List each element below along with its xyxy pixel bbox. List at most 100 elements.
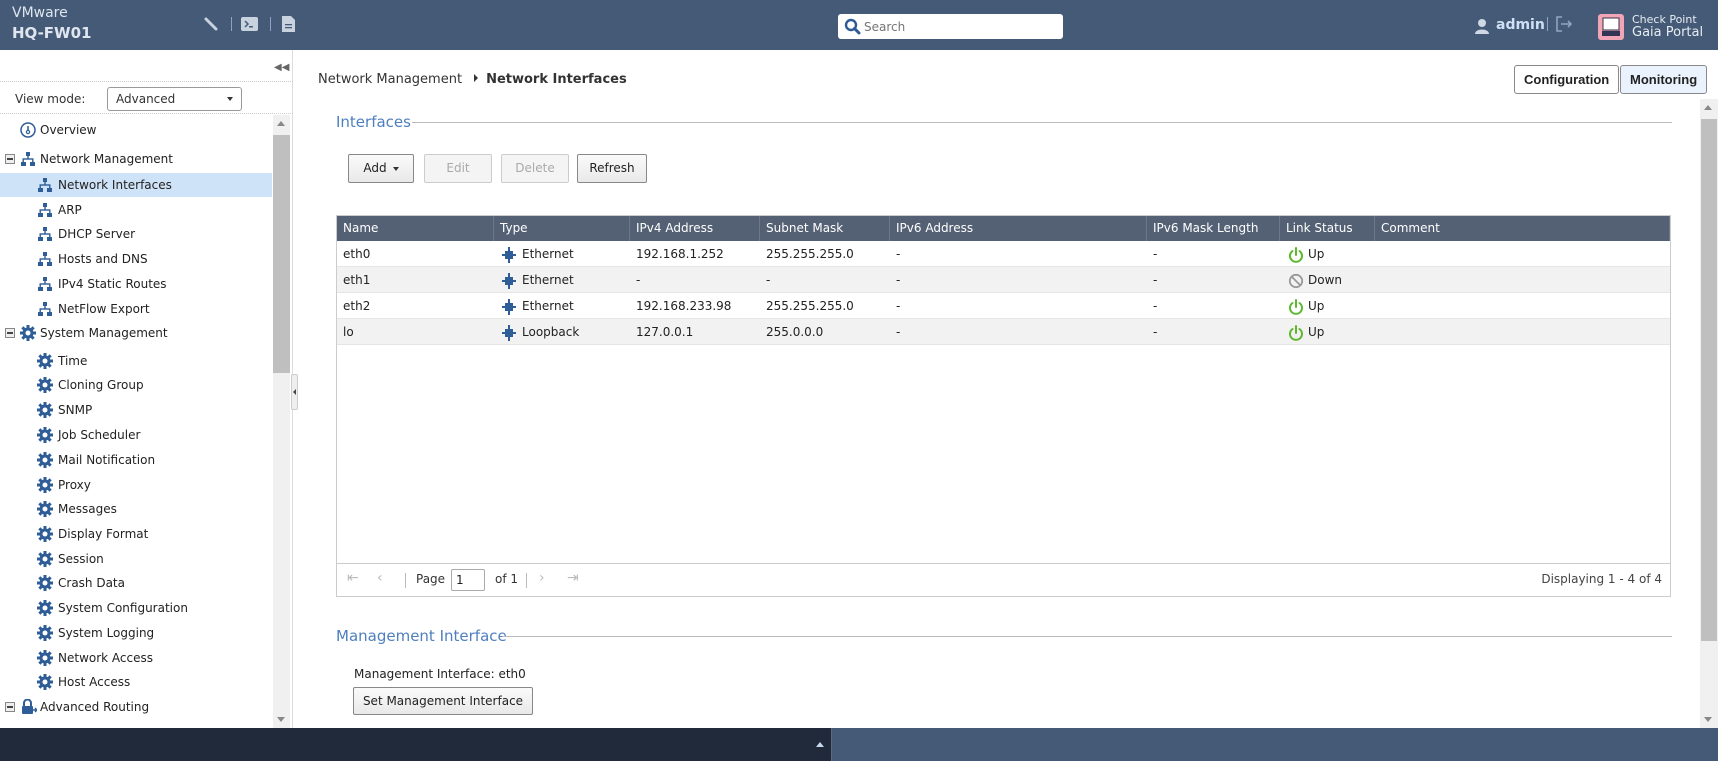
sidebar-item-network-interfaces[interactable]: Network Interfaces [0, 173, 272, 197]
document-icon[interactable] [282, 16, 298, 32]
column-header-type[interactable]: Type [494, 216, 630, 241]
wrench-icon[interactable] [203, 16, 219, 32]
column-header-ipv6-address[interactable]: IPv6 Address [890, 216, 1147, 241]
sidebar-item-arp[interactable]: ARP [0, 198, 272, 222]
set-management-interface-button[interactable]: Set Management Interface [353, 687, 533, 715]
collapse-sidebar-icon[interactable]: ◀◀ [274, 62, 289, 73]
sidebar-item-system-configuration[interactable]: System Configuration [0, 596, 272, 620]
column-header-ipv4-address[interactable]: IPv4 Address [630, 216, 760, 241]
cell-ipv6: - [896, 273, 901, 287]
scroll-up-icon[interactable] [277, 121, 285, 126]
sidebar-item-crash-data[interactable]: Crash Data [0, 571, 272, 595]
table-row[interactable]: eth0 Ethernet 192.168.1.252 255.255.255.0 - -… [337, 241, 1670, 267]
logo-text-gaia: Gaia Portal [1632, 25, 1704, 40]
gear-icon [37, 625, 53, 641]
sidebar-item-label: Host Access [58, 675, 131, 689]
delete-button[interactable]: Delete [501, 154, 569, 183]
sidebar-item-cloning-group[interactable]: Cloning Group [0, 373, 272, 397]
monitoring-button[interactable]: Monitoring [1620, 65, 1708, 94]
search-box[interactable] [838, 14, 1063, 39]
collapse-tree-icon[interactable] [5, 154, 15, 164]
sidebar-item-display-format[interactable]: Display Format [0, 522, 272, 546]
terminal-icon[interactable] [241, 16, 258, 32]
sidebar-item-job-scheduler[interactable]: Job Scheduler [0, 423, 272, 447]
cell-mask: 255.255.255.0 [766, 299, 854, 313]
sidebar-item-session[interactable]: Session [0, 547, 272, 571]
navigation-tree: Overview Network Management Network Interf… [0, 113, 272, 728]
type-text: Loopback [522, 325, 580, 339]
cell-ipv6-mask: - [1153, 247, 1158, 261]
sidebar-item-hosts-and-dns[interactable]: Hosts and DNS [0, 247, 272, 271]
refresh-button[interactable]: Refresh [577, 154, 647, 183]
column-header-subnet-mask[interactable]: Subnet Mask [760, 216, 890, 241]
column-header-comment[interactable]: Comment [1375, 216, 1670, 241]
sidebar-item-time[interactable]: Time [0, 349, 272, 373]
add-label: Add [363, 161, 387, 175]
sidebar-item-messages[interactable]: Messages [0, 497, 272, 521]
sidebar-item-overview[interactable]: Overview [0, 118, 272, 142]
page-number-input[interactable]: 1 [451, 569, 485, 591]
prev-page-icon[interactable]: ‹ [377, 570, 383, 586]
sidebar-item-proxy[interactable]: Proxy [0, 473, 272, 497]
sidebar-item-label: Network Interfaces [58, 178, 172, 192]
last-page-icon[interactable]: ⇥ [567, 570, 579, 586]
breadcrumb: Network Management Network Interfaces [318, 72, 627, 87]
status-text: Up [1308, 325, 1325, 339]
scrollbar-thumb[interactable] [273, 135, 290, 373]
cell-ipv6: - [896, 299, 901, 313]
sidebar-item-network-management[interactable]: Network Management [0, 147, 272, 171]
add-button[interactable]: Add [348, 154, 414, 183]
sidebar-item-snmp[interactable]: SNMP [0, 398, 272, 422]
gear-icon [20, 325, 36, 341]
chevron-down-icon [227, 97, 233, 101]
network-icon [20, 151, 36, 167]
breadcrumb-parent[interactable]: Network Management [318, 72, 462, 87]
next-page-icon[interactable]: › [539, 570, 545, 586]
expand-up-icon[interactable] [816, 742, 824, 747]
configuration-button[interactable]: Configuration [1514, 65, 1620, 94]
gear-icon [37, 427, 53, 443]
first-page-icon[interactable]: ⇤ [347, 570, 359, 586]
collapse-tree-icon[interactable] [5, 328, 15, 338]
cell-ipv4: 127.0.0.1 [636, 325, 694, 339]
scroll-down-icon[interactable] [277, 717, 285, 722]
sidebar-scrollbar[interactable] [273, 115, 290, 728]
network-icon [37, 251, 53, 267]
gear-icon [37, 452, 53, 468]
scrollbar-thumb[interactable] [1701, 119, 1717, 641]
scroll-down-icon[interactable] [1704, 717, 1712, 722]
search-input[interactable] [864, 17, 1054, 36]
management-section-title: Management Interface [336, 627, 507, 645]
sidebar-item-dhcp-server[interactable]: DHCP Server [0, 222, 272, 246]
sidebar-item-mail-notification[interactable]: Mail Notification [0, 448, 272, 472]
logout-icon[interactable] [1556, 16, 1573, 32]
user-name[interactable]: admin [1496, 17, 1545, 33]
main-scrollbar[interactable] [1700, 99, 1718, 728]
splitter-handle[interactable] [291, 374, 298, 410]
column-header-link-status[interactable]: Link Status [1280, 216, 1375, 241]
column-header-name[interactable]: Name [337, 216, 494, 241]
edit-button[interactable]: Edit [424, 154, 492, 183]
sidebar-item-netflow-export[interactable]: NetFlow Export [0, 297, 272, 321]
sidebar-item-label: System Logging [58, 626, 155, 640]
type-text: Ethernet [522, 273, 574, 287]
sidebar-item-label: Hosts and DNS [58, 252, 148, 266]
column-header-ipv6-mask-length[interactable]: IPv6 Mask Length [1147, 216, 1280, 241]
bottom-panel [0, 728, 832, 761]
sidebar-item-ipv4-static-routes[interactable]: IPv4 Static Routes [0, 272, 272, 296]
cell-mask: - [766, 273, 771, 287]
table-row[interactable]: lo Loopback 127.0.0.1 255.0.0.0 - - Up [337, 319, 1670, 345]
view-mode-select[interactable]: Advanced [107, 87, 242, 111]
sidebar-item-advanced-routing[interactable]: Advanced Routing [0, 695, 272, 719]
sidebar-item-system-logging[interactable]: System Logging [0, 621, 272, 645]
scroll-up-icon[interactable] [1704, 105, 1712, 110]
collapse-tree-icon[interactable] [5, 702, 15, 712]
sidebar-item-system-management[interactable]: System Management [0, 321, 272, 345]
sidebar-item-network-access[interactable]: Network Access [0, 646, 272, 670]
search-icon [844, 18, 861, 38]
table-row[interactable]: eth2 Ethernet 192.168.233.98 255.255.255.0 -… [337, 293, 1670, 319]
network-icon [37, 301, 53, 317]
section-divider [412, 122, 1672, 123]
sidebar-item-host-access[interactable]: Host Access [0, 670, 272, 694]
table-row[interactable]: eth1 Ethernet - - - - Down [337, 267, 1670, 293]
